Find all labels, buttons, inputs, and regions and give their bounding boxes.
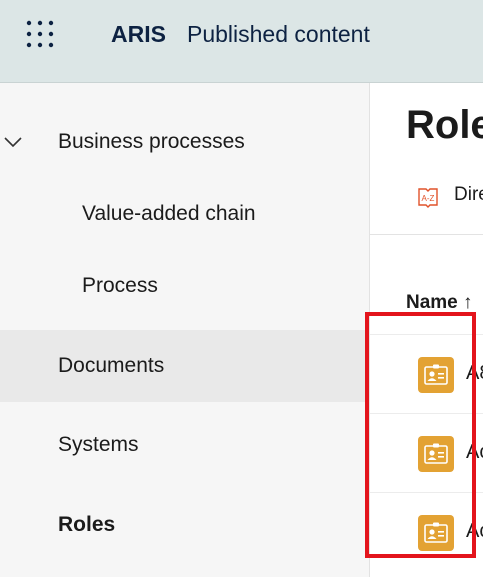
name-column-header[interactable]: Name ↑ — [406, 292, 473, 314]
table-row[interactable]: Ac — [370, 413, 483, 493]
role-badge-icon — [418, 436, 454, 472]
sidebar-item-systems[interactable]: Systems — [0, 409, 369, 481]
table-row[interactable]: A8 — [370, 334, 483, 414]
sidebar-item-roles[interactable]: Roles — [0, 489, 369, 561]
app-subtitle: Published content — [187, 21, 370, 47]
sort-ascending-icon: ↑ — [463, 292, 473, 313]
table-row[interactable]: Ac — [370, 492, 483, 572]
row-name: Ac — [466, 520, 483, 542]
row-name: Ac — [466, 441, 483, 463]
role-badge-icon — [418, 515, 454, 551]
sidebar-item-label: Roles — [58, 513, 116, 536]
sidebar-nav: Business processes Value-added chain Pro… — [0, 83, 370, 577]
app-launcher-grid-icon[interactable] — [26, 20, 54, 48]
sidebar-item-label: Process — [82, 274, 158, 297]
sidebar-item-process[interactable]: Process — [0, 250, 369, 322]
divider — [370, 234, 483, 235]
sidebar-item-business-processes[interactable]: Business processes — [0, 106, 369, 178]
sidebar-item-value-added-chain[interactable]: Value-added chain — [0, 178, 369, 250]
az-directory-icon: A-Z — [418, 188, 438, 208]
sidebar-item-label: Documents — [58, 354, 165, 377]
page-title: Role — [406, 103, 483, 147]
sidebar-item-label: Systems — [58, 433, 139, 456]
row-name: A8 — [466, 362, 483, 384]
chevron-down-icon[interactable] — [4, 136, 22, 148]
sidebar-item-label: Business processes — [58, 130, 245, 153]
sidebar-item-documents[interactable]: Documents — [0, 330, 369, 402]
column-header-label: Name — [406, 292, 458, 313]
role-badge-icon — [418, 357, 454, 393]
top-bar: ARIS Published content — [0, 0, 483, 83]
main-content: Role A-Z Dire Name ↑ A8 — [370, 83, 483, 577]
brand-logo-text[interactable]: ARIS — [111, 21, 166, 48]
svg-text:A-Z: A-Z — [422, 194, 435, 203]
directory-label: Dire — [454, 184, 483, 205]
sidebar-item-label: Value-added chain — [82, 202, 256, 225]
